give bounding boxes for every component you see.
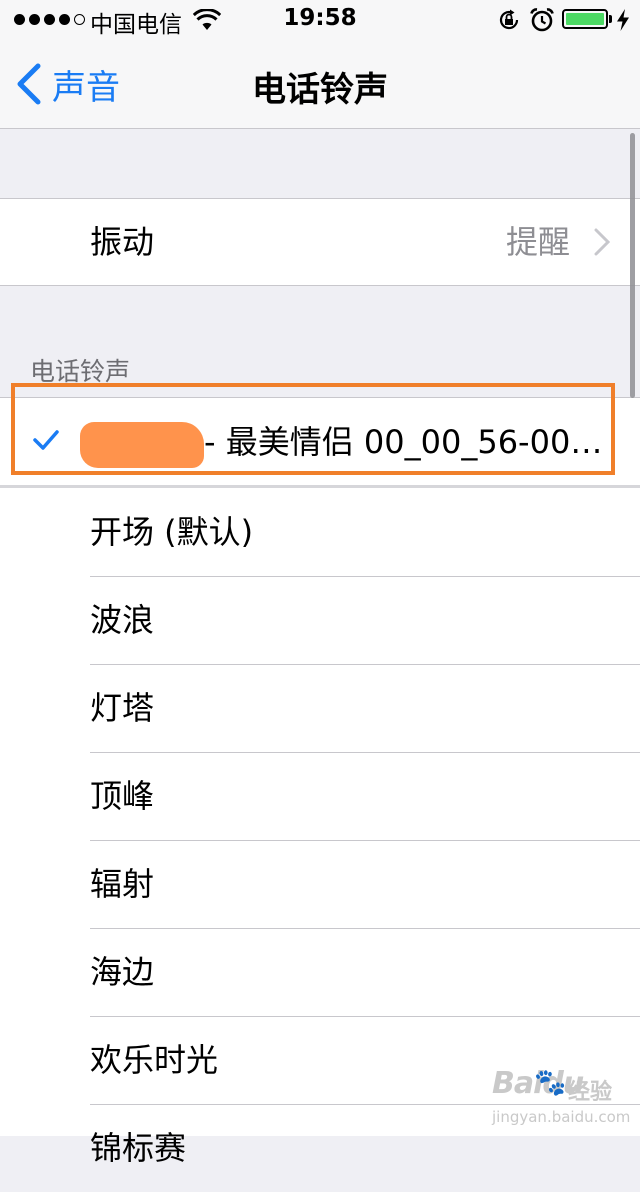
ringtone-label: 欢乐时光 <box>90 1041 219 1079</box>
paw-icon: 🐾 <box>534 1068 567 1098</box>
divider <box>90 840 640 841</box>
divider <box>90 1016 640 1017</box>
ringtone-label: 波浪 <box>90 601 155 639</box>
ringtone-label: 灯塔 <box>90 689 155 727</box>
vibration-group: 振动 提醒 <box>0 198 640 286</box>
watermark-url: jingyan.baidu.com <box>492 1108 631 1126</box>
ringtone-label: 海边 <box>90 953 155 991</box>
ringtone-row[interactable]: 灯塔 <box>0 664 640 752</box>
divider <box>0 198 640 199</box>
ringtone-label: 锦标赛 <box>90 1129 187 1167</box>
divider <box>90 664 640 665</box>
ringtone-row[interactable]: 海边 <box>0 928 640 1016</box>
ringtone-row[interactable]: 顶峰 <box>0 752 640 840</box>
vibration-row[interactable]: 振动 提醒 <box>0 198 640 286</box>
divider <box>90 928 640 929</box>
ringtone-label: 顶峰 <box>90 777 155 815</box>
ringtone-label: 开场 (默认) <box>90 513 254 551</box>
divider <box>90 752 640 753</box>
vibration-label: 振动 <box>90 223 155 261</box>
battery-fill <box>566 13 604 25</box>
orientation-lock-icon <box>499 9 519 30</box>
watermark-label: 经验 <box>568 1080 613 1105</box>
charging-bolt-icon <box>617 9 629 31</box>
divider <box>90 576 640 577</box>
watermark: Baidu 🐾 经验 jingyan.baidu.com <box>492 1066 630 1134</box>
scroll-indicator[interactable] <box>630 133 635 398</box>
ringtone-label: 辐射 <box>90 865 155 903</box>
ringtone-row[interactable]: 开场 (默认) <box>0 488 640 576</box>
divider <box>0 485 640 488</box>
vibration-value: 提醒 <box>505 223 570 261</box>
top-bar: 中国电信 19:58 声音 电话铃声 <box>0 0 640 129</box>
divider <box>0 285 640 286</box>
page-title: 电话铃声 <box>252 70 388 110</box>
status-bar: 中国电信 19:58 <box>0 0 640 40</box>
alarm-clock-icon <box>530 8 554 32</box>
ringtone-row[interactable]: 辐射 <box>0 840 640 928</box>
ringtone-list: - 最美情侣 00_00_56-00… 开场 (默认) 波浪 灯塔 顶峰 辐射 … <box>0 398 640 1167</box>
highlight-box <box>11 383 615 475</box>
chevron-right-icon <box>594 228 610 256</box>
battery-tip <box>609 15 612 23</box>
battery-icon <box>562 9 608 29</box>
ringtone-row[interactable]: 波浪 <box>0 576 640 664</box>
